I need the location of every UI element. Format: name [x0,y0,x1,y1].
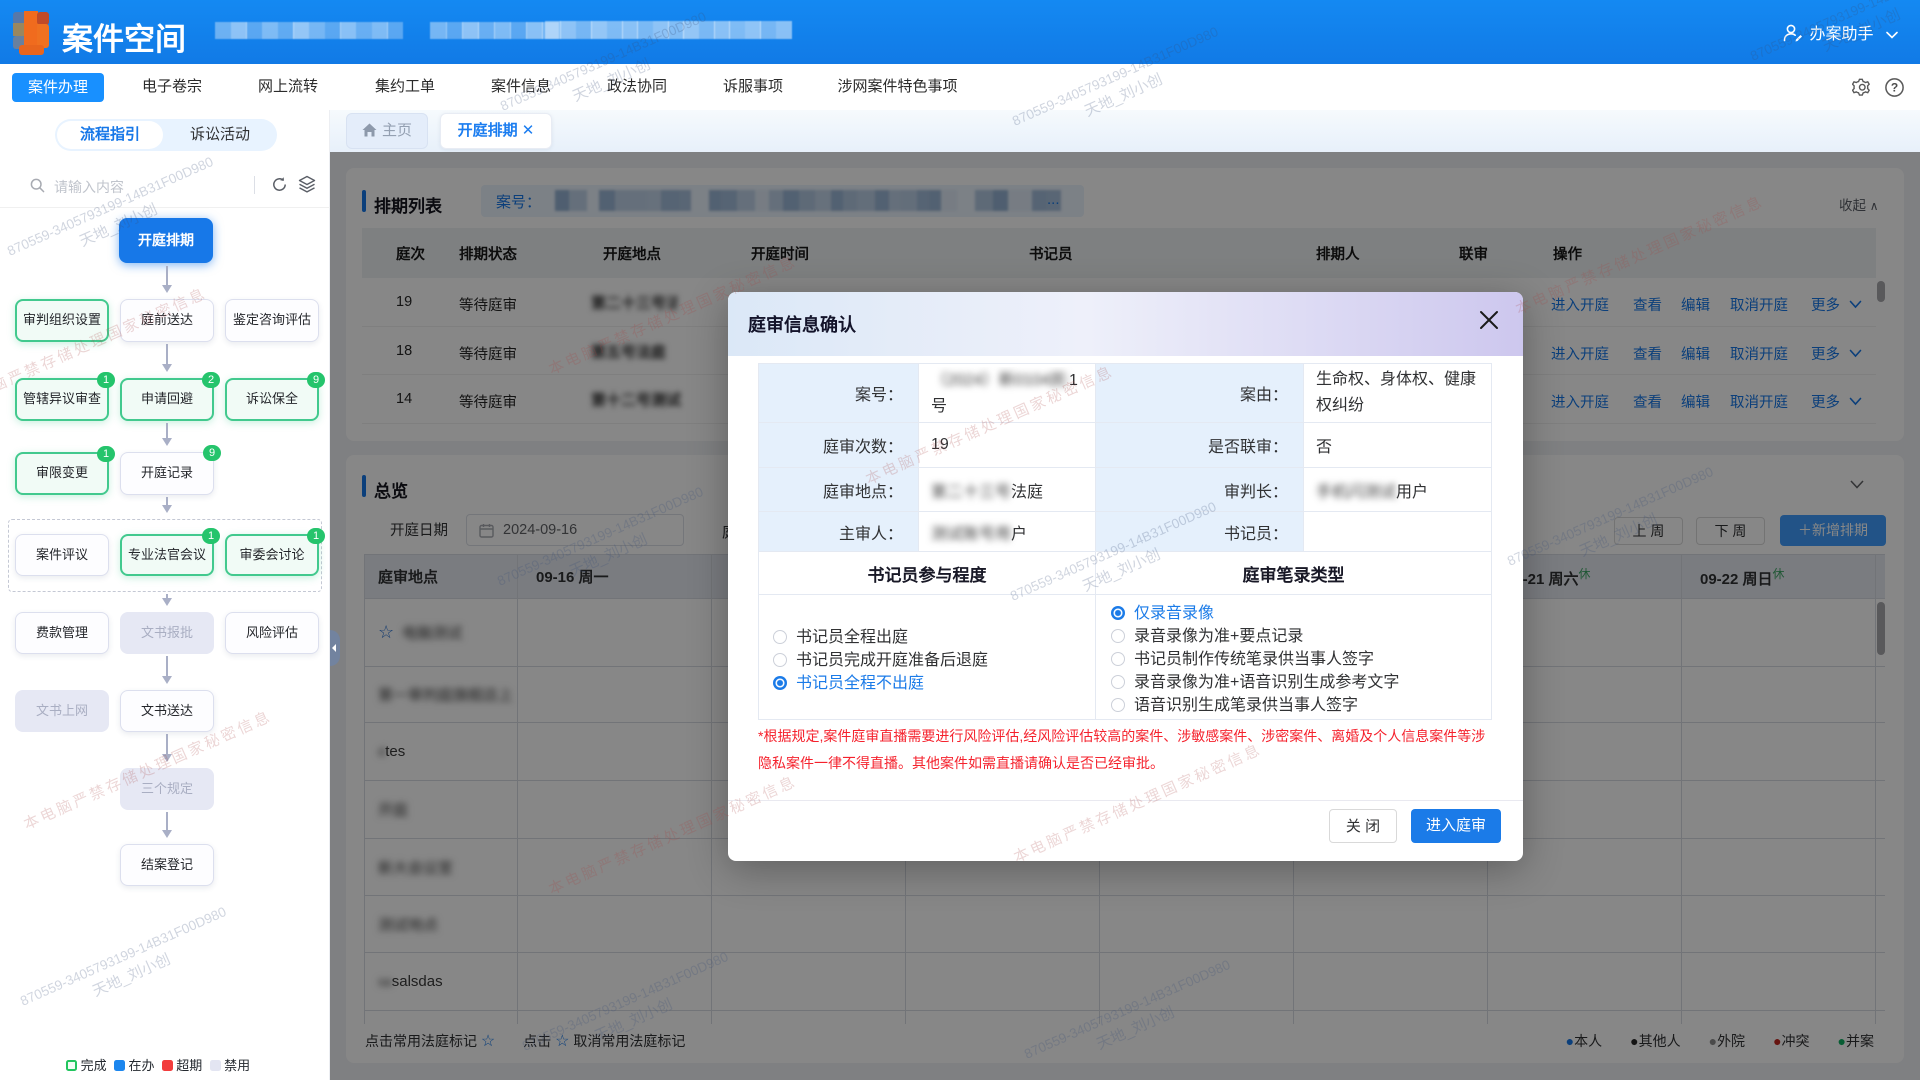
svg-text:?: ? [1891,81,1898,95]
